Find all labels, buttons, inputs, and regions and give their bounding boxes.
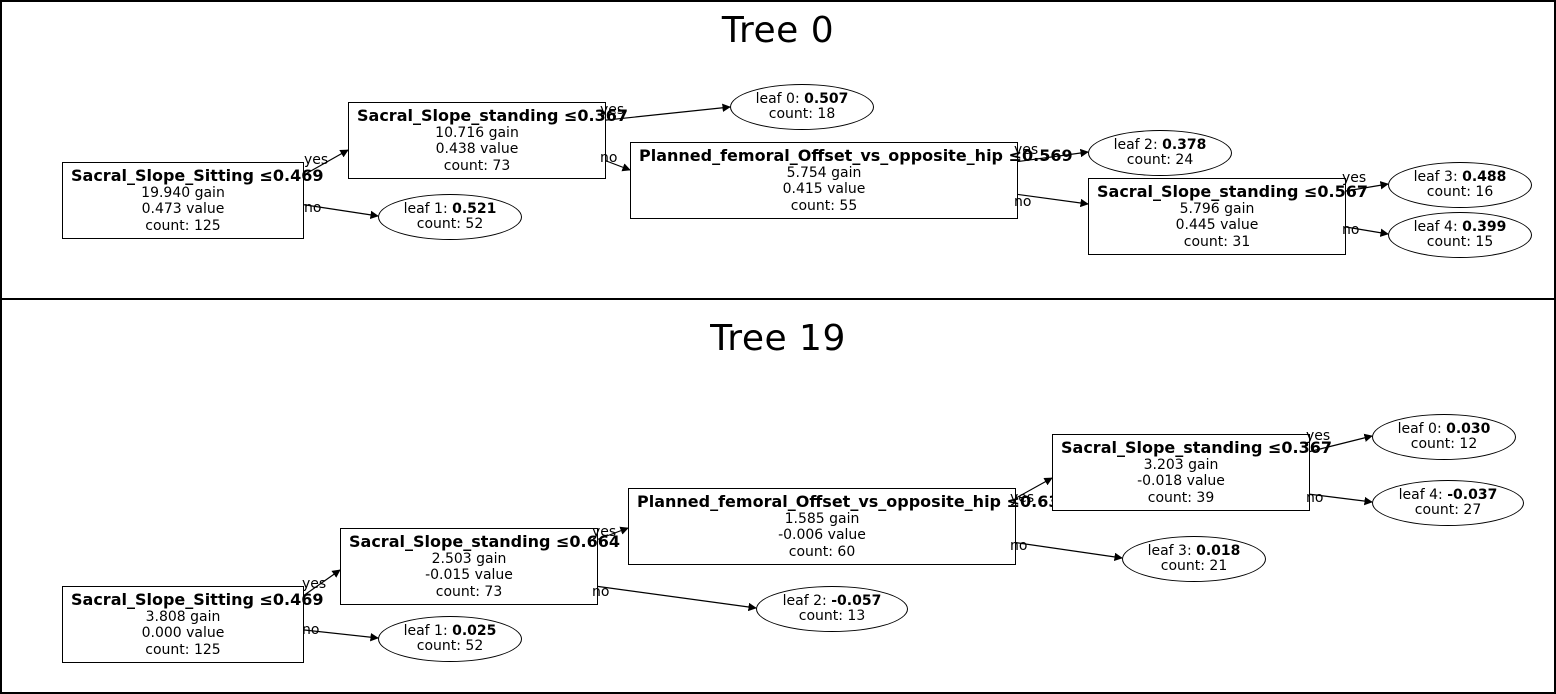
edge-label-no: no bbox=[1010, 538, 1027, 554]
edge-label-yes: yes bbox=[1014, 142, 1038, 158]
edge-label-no: no bbox=[1306, 490, 1323, 506]
node-sacral-standing-0567: Sacral_Slope_standing ≤0.567 5.796 gain … bbox=[1088, 178, 1346, 255]
node-planned-femoral-offset: Planned_femoral_Offset_vs_opposite_hip ≤… bbox=[628, 488, 1016, 565]
edge-label-yes: yes bbox=[1342, 170, 1366, 186]
edge-label-no: no bbox=[592, 584, 609, 600]
leaf-0: leaf 0: 0.030 count: 12 bbox=[1372, 414, 1516, 460]
leaf-2: leaf 2: 0.378 count: 24 bbox=[1088, 130, 1232, 176]
leaf-2: leaf 2: -0.057 count: 13 bbox=[756, 586, 908, 632]
panel-tree-0: Tree 0 Sacral_Slope_Sitting ≤0.469 19.94… bbox=[0, 0, 1556, 300]
leaf-3: leaf 3: 0.488 count: 16 bbox=[1388, 162, 1532, 208]
edge-label-no: no bbox=[1014, 194, 1031, 210]
edge-label-no: no bbox=[304, 200, 321, 216]
tree-title: Tree 0 bbox=[2, 10, 1554, 51]
edge-label-yes: yes bbox=[1306, 428, 1330, 444]
edge-label-no: no bbox=[302, 622, 319, 638]
leaf-1: leaf 1: 0.521 count: 52 bbox=[378, 194, 522, 240]
leaf-4: leaf 4: -0.037 count: 27 bbox=[1372, 480, 1524, 526]
node-sacral-standing-0664: Sacral_Slope_standing ≤0.664 2.503 gain … bbox=[340, 528, 598, 605]
edge-label-no: no bbox=[1342, 222, 1359, 238]
edge-label-yes: yes bbox=[592, 524, 616, 540]
tree-title: Tree 19 bbox=[2, 318, 1554, 359]
node-sacral-standing-0367: Sacral_Slope_standing ≤0.367 3.203 gain … bbox=[1052, 434, 1310, 511]
edge-label-yes: yes bbox=[304, 152, 328, 168]
edge-label-no: no bbox=[600, 150, 617, 166]
leaf-1: leaf 1: 0.025 count: 52 bbox=[378, 616, 522, 662]
node-planned-femoral-offset: Planned_femoral_Offset_vs_opposite_hip ≤… bbox=[630, 142, 1018, 219]
leaf-3: leaf 3: 0.018 count: 21 bbox=[1122, 536, 1266, 582]
node-root: Sacral_Slope_Sitting ≤0.469 19.940 gain … bbox=[62, 162, 304, 239]
node-sacral-standing-0367: Sacral_Slope_standing ≤0.367 10.716 gain… bbox=[348, 102, 606, 179]
edge-label-yes: yes bbox=[1010, 490, 1034, 506]
node-root: Sacral_Slope_Sitting ≤0.469 3.808 gain 0… bbox=[62, 586, 304, 663]
leaf-4: leaf 4: 0.399 count: 15 bbox=[1388, 212, 1532, 258]
edge-label-yes: yes bbox=[302, 576, 326, 592]
edge-label-yes: yes bbox=[600, 102, 624, 118]
panel-tree-19: Tree 19 Sacral_Slope_Sitting ≤0.469 3.80… bbox=[0, 300, 1556, 694]
leaf-0: leaf 0: 0.507 count: 18 bbox=[730, 84, 874, 130]
